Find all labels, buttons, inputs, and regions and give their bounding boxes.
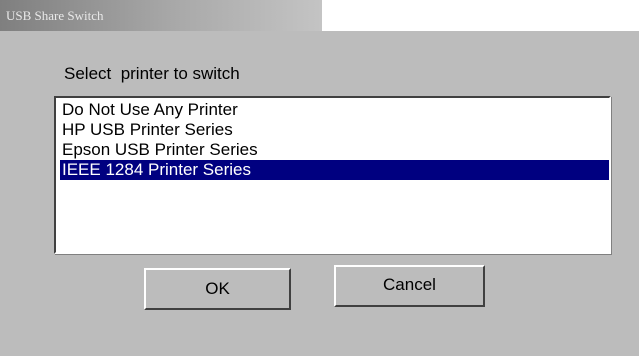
ok-button[interactable]: OK: [144, 268, 291, 310]
list-item-ieee-1284-printer-series[interactable]: IEEE 1284 Printer Series: [60, 160, 609, 180]
list-item-epson-usb-printer-series[interactable]: Epson USB Printer Series: [60, 140, 258, 160]
title-bar[interactable]: USB Share Switch: [0, 0, 639, 33]
usb-share-switch-dialog: USB Share Switch Select printer to switc…: [0, 0, 639, 356]
list-item-hp-usb-printer-series[interactable]: HP USB Printer Series: [60, 120, 233, 140]
list-item-do-not-use-any-printer[interactable]: Do Not Use Any Printer: [60, 100, 238, 120]
select-printer-label: Select printer to switch: [64, 64, 240, 83]
cancel-button[interactable]: Cancel: [334, 265, 485, 307]
window-title: USB Share Switch: [6, 8, 104, 23]
printer-listbox[interactable]: Do Not Use Any Printer HP USB Printer Se…: [54, 96, 611, 254]
